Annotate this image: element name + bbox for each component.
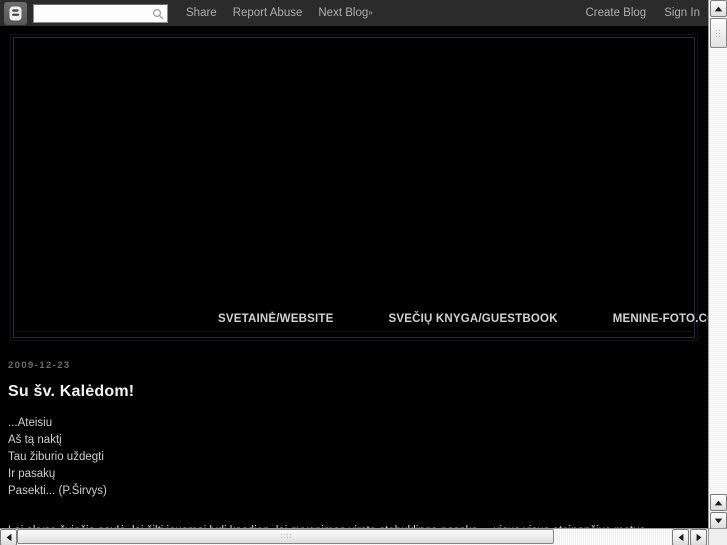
blog-page: SVETAINĖ/WEBSITE SVEČIŲ KNYGA/GUESTBOOK … [0,28,708,528]
scroll-up-button[interactable] [710,0,727,17]
nav-link-create-blog[interactable]: Create Blog [585,0,646,27]
scroll-left-button[interactable] [0,529,17,545]
nav-link-next-blog[interactable]: Next Blog» [318,0,373,27]
arrow-right-icon [696,533,701,542]
horizontal-scrollbar[interactable] [0,528,708,545]
vertical-scrollbar-track[interactable] [709,0,727,529]
nav-link-share[interactable]: Share [186,0,217,27]
nav-link-report-abuse[interactable]: Report Abuse [233,0,303,27]
scroll-up-button-bottom[interactable] [710,494,727,511]
vertical-scrollbar[interactable] [708,0,727,529]
blog-header-banner: SVETAINĖ/WEBSITE SVEČIŲ KNYGA/GUESTBOOK … [10,34,708,341]
nav-link-sign-in[interactable]: Sign In [664,0,700,27]
banner-menu-item-website[interactable]: SVETAINĖ/WEBSITE [218,313,333,327]
banner-nav-menu: SVETAINĖ/WEBSITE SVEČIŲ KNYGA/GUESTBOOK … [14,313,708,327]
arrow-up-icon [714,6,723,11]
horizontal-scrollbar-thumb[interactable] [17,529,554,544]
scrollbar-corner [708,528,727,545]
post-body: ...Ateisiu Aš tą naktį Tau žiburio uždeg… [8,415,708,528]
post-date: 2009-12-23 [8,360,71,371]
search-input[interactable] [33,4,168,23]
post-poem-line: Tau žiburio uždegti [8,451,104,463]
blogger-navbar: Share Report Abuse Next Blog» Create Blo… [0,0,708,27]
nav-link-next-blog-label: Next Blog [318,7,369,19]
banner-divider [16,331,692,332]
horizontal-scroll-arrow-group [671,529,707,545]
post-title: Su šv. Kalėdom! [8,383,135,400]
banner-menu-item-guestbook[interactable]: SVEČIŲ KNYGA/GUESTBOOK [388,313,557,327]
post-poem-line: Aš tą naktį [8,434,62,446]
arrow-left-icon [6,533,11,542]
post-poem-line: ...Ateisiu [8,417,53,429]
post-poem-line: Ir pasakų [8,468,56,480]
chevron-right-double-icon: » [368,8,373,17]
banner-menu-item-menine-foto[interactable]: MENINE-FOTO.COM [613,313,708,327]
scroll-right-button[interactable] [690,529,707,545]
browser-viewport: Share Report Abuse Next Blog» Create Blo… [0,0,727,545]
arrow-left-icon [678,533,683,542]
scroll-left-button-end[interactable] [672,529,689,545]
navbar-right-group: Create Blog Sign In [567,0,700,27]
blog-post: 2009-12-23 Su šv. Kalėdom! ...Ateisiu Aš… [0,338,708,528]
post-poem-line: Pasekti... (P.Širvys) [8,485,107,497]
arrow-down-icon [714,518,723,523]
search-field-wrapper [33,4,168,23]
blogger-b-icon[interactable] [4,1,27,25]
vertical-scrollbar-thumb[interactable] [710,18,727,48]
scrollbar-grip-icon [280,533,291,540]
scrollbar-grip-icon [715,28,722,38]
scroll-down-button[interactable] [710,512,727,529]
arrow-up-icon [714,500,723,505]
